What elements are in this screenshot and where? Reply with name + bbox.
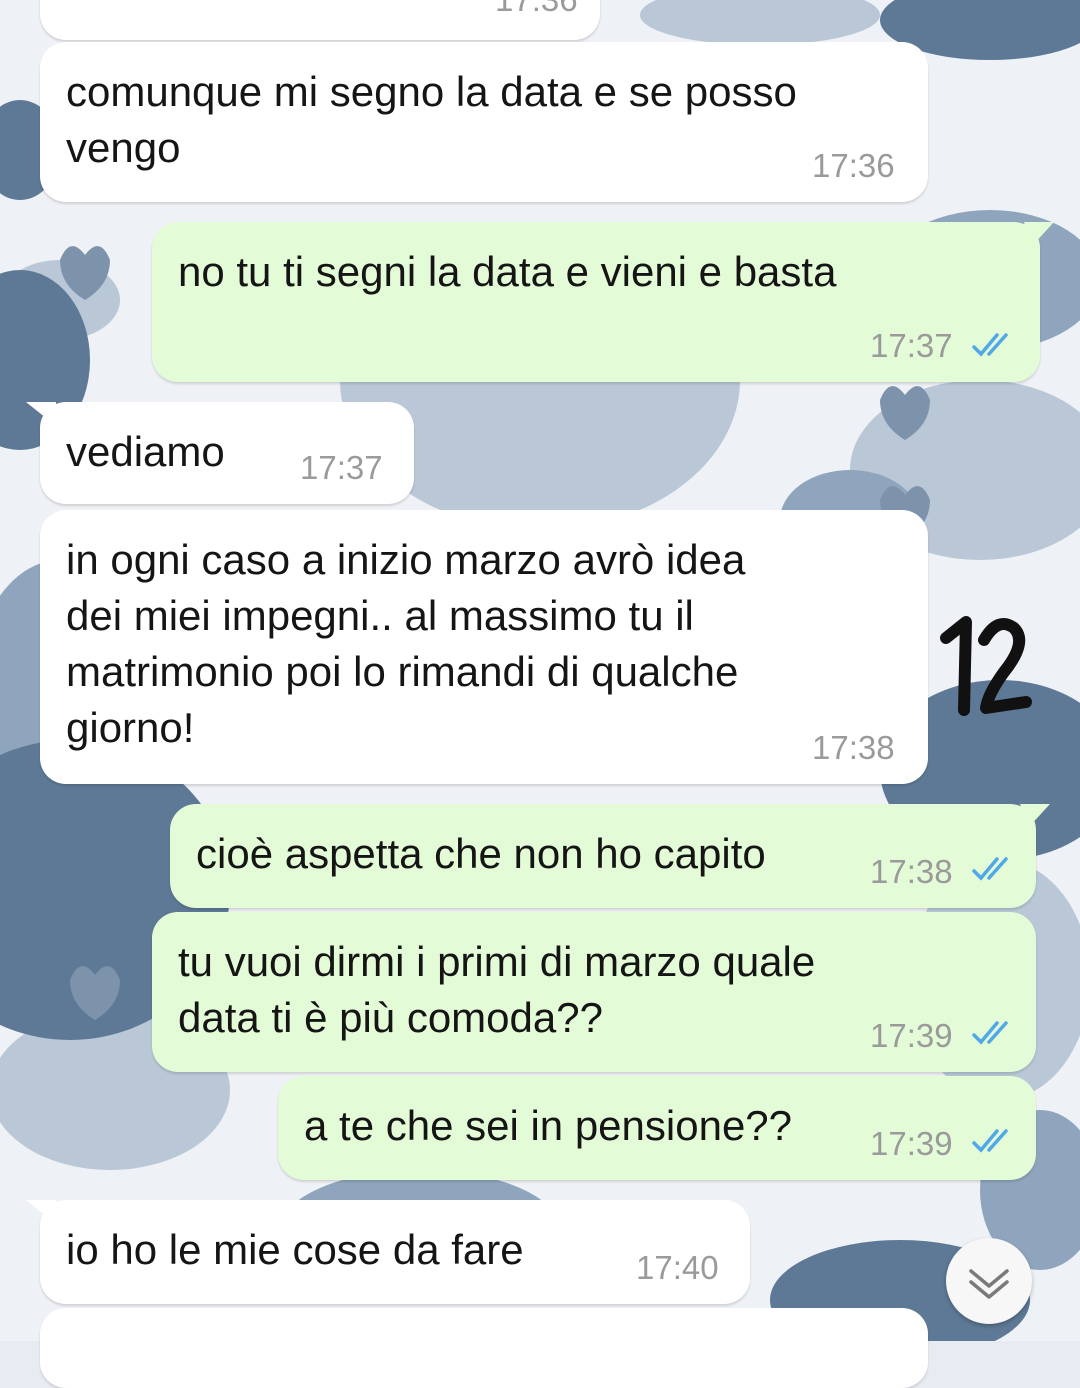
message-bubble-incoming[interactable]: io ho le mie cose da fare 17:40 bbox=[26, 1200, 750, 1304]
page-number-annotation bbox=[940, 616, 1032, 716]
message-bubble-outgoing[interactable]: no tu ti segni la data e vieni e basta 1… bbox=[152, 222, 1054, 382]
message-bubble-incoming[interactable]: vediamo 17:37 bbox=[26, 402, 414, 504]
message-text: io ho le mie cose da fare bbox=[66, 1226, 524, 1273]
message-bubble-outgoing[interactable]: tu vuoi dirmi i primi di marzo quale dat… bbox=[152, 912, 1036, 1072]
message-text: in ogni caso a inizio marzo avrò idea de… bbox=[66, 536, 746, 751]
bubble-tail bbox=[1024, 222, 1054, 246]
message-bubble-incoming[interactable]: in ogni caso a inizio marzo avrò idea de… bbox=[40, 510, 928, 784]
double-check-icon bbox=[972, 1129, 1008, 1153]
previous-message-bubble[interactable]: 17:36 bbox=[40, 0, 600, 40]
message-text: comunque mi segno la data e se posso ven… bbox=[66, 68, 797, 171]
message-timestamp: 17:37 bbox=[870, 327, 953, 364]
bubble-tail bbox=[26, 402, 56, 426]
bubble-tail bbox=[26, 1200, 56, 1224]
next-message-bubble[interactable] bbox=[40, 1308, 928, 1388]
message-text: vediamo bbox=[66, 428, 225, 475]
message-text: tu vuoi dirmi i primi di marzo quale dat… bbox=[178, 938, 816, 1041]
message-bubble-incoming[interactable]: comunque mi segno la data e se posso ven… bbox=[40, 42, 928, 202]
message-text: a te che sei in pensione?? bbox=[304, 1102, 793, 1149]
message-timestamp: 17:38 bbox=[812, 729, 895, 766]
message-timestamp: 17:39 bbox=[870, 1017, 953, 1054]
message-timestamp: 17:36 bbox=[495, 0, 578, 18]
message-timestamp: 17:40 bbox=[636, 1249, 719, 1286]
message-text: no tu ti segni la data e vieni e basta bbox=[178, 248, 837, 295]
scroll-to-bottom-button[interactable] bbox=[946, 1238, 1032, 1324]
message-timestamp: 17:38 bbox=[870, 853, 953, 890]
message-timestamp: 17:36 bbox=[812, 147, 895, 184]
message-timestamp: 17:39 bbox=[870, 1125, 953, 1162]
double-check-icon bbox=[972, 333, 1008, 357]
message-timestamp: 17:37 bbox=[300, 449, 383, 486]
message-bubble-outgoing[interactable]: cioè aspetta che non ho capito 17:38 bbox=[170, 804, 1050, 908]
double-check-icon bbox=[972, 857, 1008, 881]
message-text: cioè aspetta che non ho capito bbox=[196, 830, 766, 877]
bubble-tail bbox=[1020, 804, 1050, 828]
message-bubble-outgoing[interactable]: a te che sei in pensione?? 17:39 bbox=[278, 1076, 1036, 1180]
double-check-icon bbox=[972, 1021, 1008, 1045]
chevron-double-down-icon bbox=[969, 1269, 1009, 1299]
